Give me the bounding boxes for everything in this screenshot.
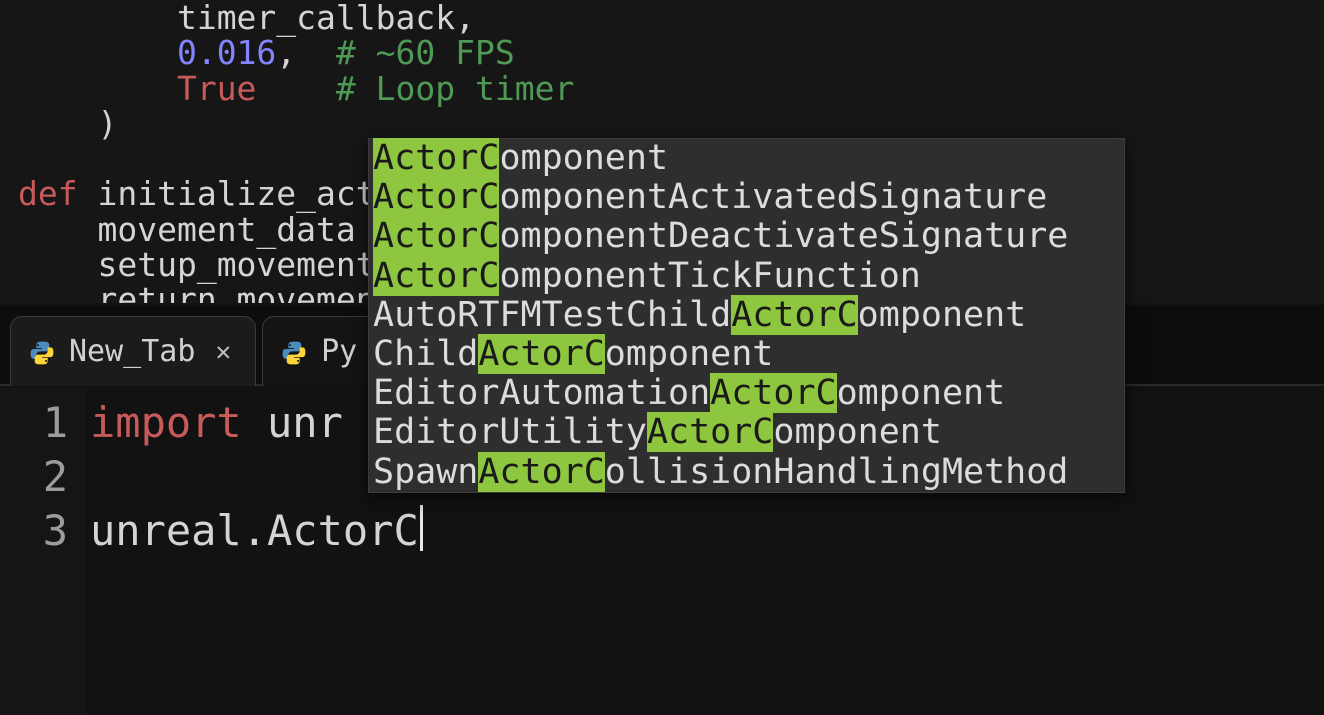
autocomplete-item-post: omponent bbox=[858, 295, 1027, 335]
line-number-gutter: 1 2 3 bbox=[0, 388, 86, 715]
autocomplete-item-pre: EditorUtility bbox=[373, 412, 647, 452]
python-icon bbox=[281, 339, 307, 365]
autocomplete-item-post: omponentDeactivateSignature bbox=[499, 216, 1068, 256]
python-icon bbox=[29, 339, 55, 365]
autocomplete-item[interactable]: EditorAutomationActorComponent bbox=[369, 374, 1124, 413]
autocomplete-item-post: omponentTickFunction bbox=[499, 256, 920, 296]
autocomplete-item-post: omponent bbox=[837, 373, 1006, 413]
autocomplete-item[interactable]: ActorComponentActivatedSignature bbox=[369, 178, 1124, 217]
line-number: 1 bbox=[0, 396, 68, 450]
autocomplete-item[interactable]: ActorComponent bbox=[369, 139, 1124, 178]
autocomplete-item[interactable]: SpawnActorCollisionHandlingMethod bbox=[369, 453, 1124, 492]
autocomplete-item-match: ActorC bbox=[731, 295, 857, 335]
autocomplete-item-match: ActorC bbox=[373, 138, 499, 178]
close-icon[interactable]: ✕ bbox=[215, 337, 231, 367]
autocomplete-item-post: omponent bbox=[773, 412, 942, 452]
autocomplete-item-pre: Spawn bbox=[373, 452, 478, 492]
autocomplete-item-match: ActorC bbox=[373, 256, 499, 296]
tab-label: New_Tab bbox=[69, 334, 195, 369]
autocomplete-item-post: omponentActivatedSignature bbox=[499, 177, 1047, 217]
autocomplete-popup[interactable]: ActorComponentActorComponentActivatedSig… bbox=[368, 138, 1125, 493]
tab-new-tab[interactable]: New_Tab ✕ bbox=[10, 316, 256, 386]
autocomplete-item-match: ActorC bbox=[373, 177, 499, 217]
autocomplete-item-match: ActorC bbox=[478, 334, 604, 374]
line-number: 3 bbox=[0, 504, 68, 558]
autocomplete-item-pre: EditorAutomation bbox=[373, 373, 710, 413]
autocomplete-item[interactable]: ActorComponentDeactivateSignature bbox=[369, 217, 1124, 256]
autocomplete-item-pre: AutoRTFMTestChild bbox=[373, 295, 731, 335]
autocomplete-item[interactable]: AutoRTFMTestChildActorComponent bbox=[369, 296, 1124, 335]
autocomplete-item-match: ActorC bbox=[373, 216, 499, 256]
autocomplete-item[interactable]: ChildActorComponent bbox=[369, 335, 1124, 374]
tab-label: Py bbox=[321, 334, 357, 369]
autocomplete-item-post: ollisionHandlingMethod bbox=[605, 452, 1069, 492]
autocomplete-item-match: ActorC bbox=[710, 373, 836, 413]
autocomplete-item[interactable]: ActorComponentTickFunction bbox=[369, 257, 1124, 296]
tab-py[interactable]: Py bbox=[262, 316, 382, 386]
autocomplete-item-post: omponent bbox=[605, 334, 774, 374]
line-number: 2 bbox=[0, 450, 68, 504]
text-cursor bbox=[420, 505, 423, 551]
autocomplete-item[interactable]: EditorUtilityActorComponent bbox=[369, 413, 1124, 452]
autocomplete-item-post: omponent bbox=[499, 138, 668, 178]
autocomplete-item-match: ActorC bbox=[647, 412, 773, 452]
autocomplete-item-pre: Child bbox=[373, 334, 478, 374]
autocomplete-item-match: ActorC bbox=[478, 452, 604, 492]
